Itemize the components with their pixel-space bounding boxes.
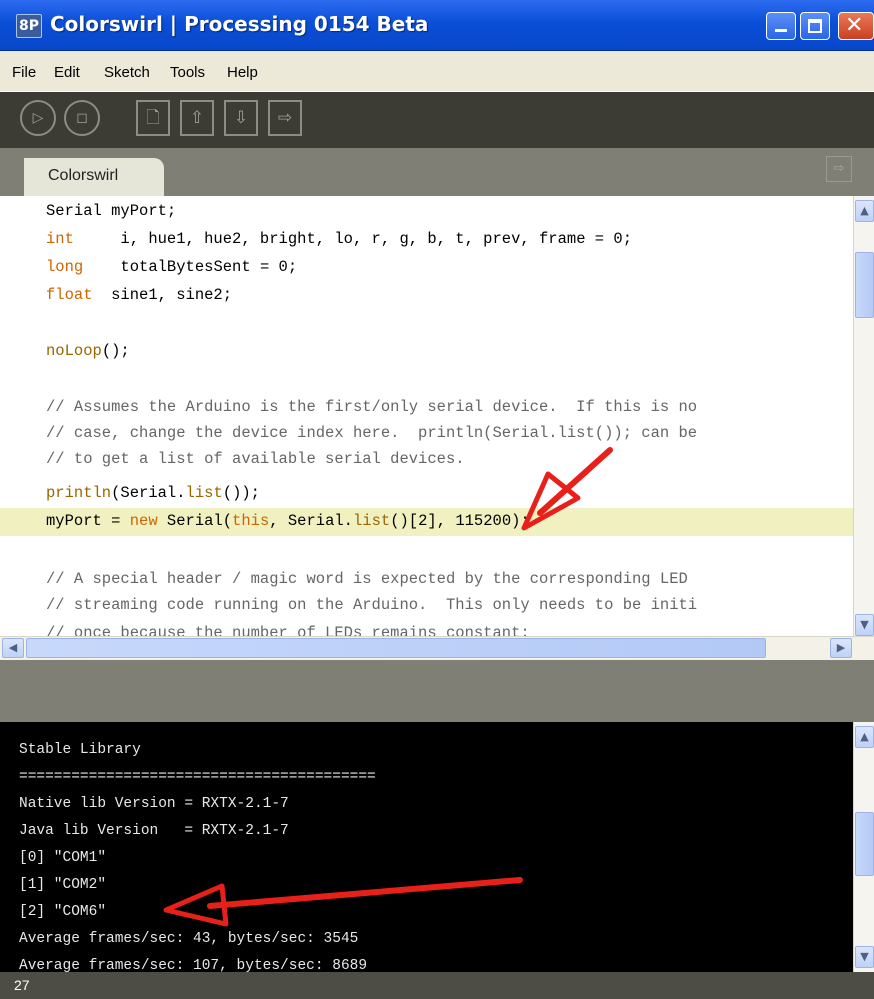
function-name: noLoop — [46, 342, 102, 360]
run-button[interactable]: ▷ — [20, 100, 56, 136]
scroll-right-button[interactable]: ▶ — [830, 638, 852, 658]
maximize-icon — [808, 19, 822, 33]
code-text: myPort = — [46, 512, 130, 530]
tab-menu-button[interactable]: ⇨ — [826, 156, 852, 182]
menu-edit[interactable]: Edit — [54, 64, 80, 81]
run-icon: ▷ — [32, 110, 44, 126]
code-comment: // streaming code running on the Arduino… — [46, 596, 698, 614]
open-icon: ⇧ — [189, 108, 205, 128]
function-name: list — [185, 484, 223, 502]
console-line: [2] "COM6" — [19, 904, 107, 920]
scroll-down-button[interactable]: ▼ — [855, 614, 874, 636]
save-button[interactable]: ⇩ — [224, 100, 258, 136]
console-scroll-thumb[interactable] — [855, 812, 874, 876]
code-comment: // Assumes the Arduino is the first/only… — [46, 398, 698, 416]
console-line: Java lib Version = RXTX-2.1-7 — [19, 823, 289, 839]
window-title: Colorswirl | Processing 0154 Beta — [50, 12, 429, 36]
code-comment: // A special header / magic word is expe… — [46, 570, 688, 588]
chevron-down-icon: ▼ — [860, 618, 869, 631]
save-icon: ⇩ — [233, 108, 249, 128]
chevron-left-icon: ◀ — [8, 641, 18, 654]
stop-icon: ◻ — [76, 110, 88, 126]
console-line: ========================================… — [19, 769, 376, 785]
code-line: noLoop(); — [46, 342, 130, 360]
chevron-right-icon: ▶ — [836, 641, 846, 654]
scroll-left-button[interactable]: ◀ — [2, 638, 24, 658]
menu-tools[interactable]: Tools — [170, 64, 205, 81]
console-line: Average frames/sec: 43, bytes/sec: 3545 — [19, 931, 359, 947]
line-number: 27 — [14, 977, 30, 993]
code-text: (Serial. — [111, 484, 186, 502]
console-line: Average frames/sec: 107, bytes/sec: 8689 — [19, 958, 368, 972]
status-bar — [0, 972, 874, 999]
code-text: sine1, sine2; — [92, 286, 233, 304]
code-text: totalBytesSent = 0; — [83, 258, 298, 276]
keyword: int — [46, 230, 74, 248]
code-text: (); — [101, 342, 130, 360]
chevron-up-icon: ▲ — [860, 204, 869, 217]
menu-file[interactable]: File — [12, 64, 36, 81]
function-name: println — [46, 484, 112, 502]
scroll-thumb[interactable] — [855, 252, 874, 318]
code-text: ()[2], 115200); — [390, 512, 530, 530]
open-button[interactable]: ⇧ — [180, 100, 214, 136]
close-icon: ✕ — [845, 13, 864, 38]
code-line: Serial myPort; — [46, 202, 177, 220]
toolbar — [0, 92, 874, 148]
code-editor[interactable]: Serial myPort; int i, hue1, hue2, bright… — [0, 196, 874, 642]
keyword: new — [129, 512, 158, 530]
new-icon: 🗋 — [146, 108, 160, 128]
arrow-right-icon: ⇨ — [833, 161, 845, 176]
message-area — [0, 660, 874, 722]
code-line: long totalBytesSent = 0; — [46, 258, 297, 276]
code-comment: // case, change the device index here. p… — [46, 424, 698, 442]
keyword: this — [232, 512, 270, 530]
minimize-icon — [775, 29, 787, 32]
console-scroll-down-button[interactable]: ▼ — [855, 946, 874, 968]
code-line-highlighted: myPort = new Serial(this, Serial.list()[… — [46, 512, 530, 530]
maximize-button[interactable] — [800, 12, 830, 40]
console-line: [1] "COM2" — [19, 877, 107, 893]
code-line: int i, hue1, hue2, bright, lo, r, g, b, … — [46, 230, 632, 248]
tab-label: Colorswirl — [48, 167, 119, 184]
console-output[interactable]: Stable Library =========================… — [0, 722, 874, 972]
code-text: Serial( — [157, 512, 233, 530]
menu-help[interactable]: Help — [227, 64, 258, 81]
processing-app-icon: 8P — [16, 14, 42, 38]
console-line: [0] "COM1" — [19, 850, 107, 866]
console-scroll-up-button[interactable]: ▲ — [855, 726, 874, 748]
code-comment: // to get a list of available serial dev… — [46, 450, 465, 468]
minimize-button[interactable] — [766, 12, 796, 40]
new-button[interactable]: 🗋 — [136, 100, 170, 136]
console-line: Native lib Version = RXTX-2.1-7 — [19, 796, 289, 812]
code-text: i, hue1, hue2, bright, lo, r, g, b, t, p… — [73, 230, 632, 248]
chevron-up-icon: ▲ — [860, 730, 869, 743]
close-button[interactable]: ✕ — [838, 12, 874, 40]
scroll-thumb-horizontal[interactable] — [26, 638, 766, 658]
keyword: long — [46, 258, 84, 276]
code-line: println(Serial.list()); — [46, 484, 260, 502]
menu-sketch[interactable]: Sketch — [104, 64, 150, 81]
code-line: float sine1, sine2; — [46, 286, 232, 304]
console-line: Stable Library — [19, 742, 141, 758]
chevron-down-icon: ▼ — [860, 950, 869, 963]
code-text: , Serial. — [269, 512, 353, 530]
function-name: list — [352, 512, 391, 530]
scroll-up-button[interactable]: ▲ — [855, 200, 874, 222]
export-icon: ⇨ — [277, 108, 293, 128]
keyword: float — [46, 286, 93, 304]
code-text: ()); — [222, 484, 260, 502]
export-button[interactable]: ⇨ — [268, 100, 302, 136]
stop-button[interactable]: ◻ — [64, 100, 100, 136]
